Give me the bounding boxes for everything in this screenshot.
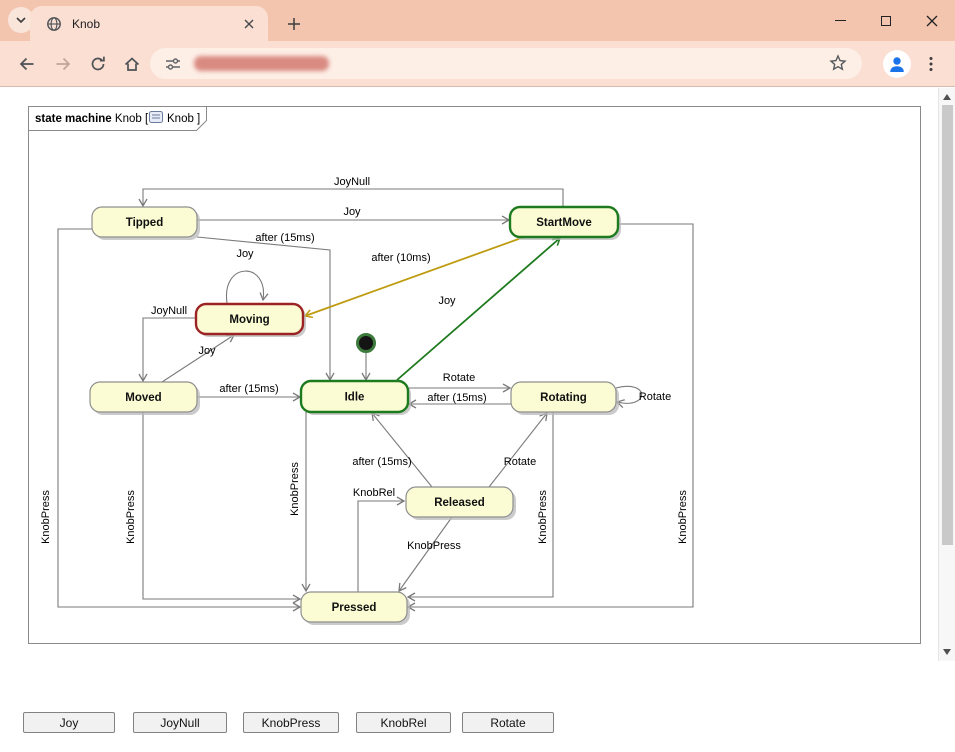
frame-label: state machine Knob [ [35, 113, 149, 125]
event-button-joynull[interactable]: JoyNull [133, 712, 227, 733]
transition-label-released-to-idle: after (15ms) [352, 456, 411, 468]
state-label-pressed: Pressed [332, 602, 377, 614]
state-machine-diagram: state machine Knob [ Knob ]JoyNullJoyaft… [0, 88, 955, 752]
transition-label-idle-to-pressed: KnobPress [289, 462, 301, 516]
page-content: state machine Knob [ Knob ]JoyNullJoyaft… [0, 88, 955, 752]
minimize-button[interactable] [817, 0, 863, 41]
transition-label-startmove-to-moving: after (10ms) [371, 252, 430, 264]
scrollbar-thumb[interactable] [942, 105, 953, 545]
forward-arrow-icon [53, 54, 73, 74]
state-label-startmove: StartMove [536, 217, 592, 229]
state-moved: Moved [90, 382, 200, 415]
transition-label-tipped-to-pressed: KnobPress [40, 490, 52, 544]
profile-avatar[interactable] [883, 50, 911, 78]
scroll-up-arrow[interactable] [939, 89, 955, 105]
transition-label-rotating-to-idle: after (15ms) [427, 392, 486, 404]
state-ref-icon [150, 112, 163, 123]
transition-label-released-to-rotating: Rotate [504, 456, 536, 468]
transition-label-idle-to-rotating: Rotate [443, 372, 475, 384]
transition-label-moved-to-pressed: KnobPress [125, 490, 137, 544]
transition-label-tipped-to-idle: after (15ms) [255, 232, 314, 244]
transition-label-startmove-to-pressed: KnobPress [677, 490, 689, 544]
state-label-tipped: Tipped [126, 217, 163, 229]
state-label-moved: Moved [125, 392, 161, 404]
chevron-down-icon [14, 13, 28, 27]
state-label-moving: Moving [229, 314, 269, 326]
tab-close-icon[interactable] [240, 15, 258, 33]
bookmark-star-icon[interactable] [828, 53, 848, 73]
back-arrow-icon [17, 54, 37, 74]
transition-label-rotating-self-rotate: Rotate [639, 391, 671, 403]
maximize-icon [881, 16, 891, 26]
frame-label-ref: Knob ] [167, 113, 200, 125]
transition-label-moved-to-moving: Joy [198, 345, 216, 357]
close-window-button[interactable] [909, 0, 955, 41]
event-button-rotate[interactable]: Rotate [462, 712, 554, 733]
tab-title: Knob [72, 17, 240, 31]
transition-label-pressed-to-released: KnobRel [353, 487, 395, 499]
transition-label-idle-to-startmove: Joy [438, 295, 456, 307]
state-startmove: StartMove [510, 207, 621, 240]
plus-icon [287, 17, 301, 31]
browser-toolbar [0, 41, 955, 87]
state-label-released: Released [434, 497, 485, 509]
close-icon [926, 15, 938, 27]
home-button[interactable] [120, 52, 144, 76]
initial-state [358, 335, 375, 352]
state-label-rotating: Rotating [540, 392, 587, 404]
browser-tab[interactable]: Knob [30, 6, 268, 41]
state-idle: Idle [301, 381, 411, 415]
menu-button[interactable] [919, 52, 943, 76]
transition-label-released-to-pressed: KnobPress [407, 540, 461, 552]
globe-favicon-icon [46, 16, 62, 32]
new-tab-button[interactable] [282, 12, 306, 36]
state-released: Released [406, 487, 516, 520]
browser-tab-strip: Knob [0, 0, 955, 41]
transition-label-moving-to-moved: JoyNull [151, 305, 187, 317]
event-button-knobrel[interactable]: KnobRel [356, 712, 451, 733]
maximize-button[interactable] [863, 0, 909, 41]
site-info-icon[interactable] [164, 55, 182, 73]
transition-label-startmove-to-tipped: JoyNull [334, 176, 370, 188]
transition-label-rotating-to-pressed: KnobPress [537, 490, 549, 544]
scroll-down-arrow[interactable] [939, 644, 955, 660]
transition-label-tipped-to-startmove: Joy [343, 206, 361, 218]
kebab-icon [922, 55, 940, 73]
reload-button[interactable] [86, 52, 110, 76]
state-tipped: Tipped [92, 207, 200, 240]
state-pressed: Pressed [301, 592, 410, 625]
event-button-knobpress[interactable]: KnobPress [243, 712, 339, 733]
back-button[interactable] [15, 52, 39, 76]
forward-button[interactable] [51, 52, 75, 76]
reload-icon [88, 54, 108, 74]
minimize-icon [835, 20, 846, 21]
transition-label-moved-to-idle: after (15ms) [219, 383, 278, 395]
address-bar[interactable] [150, 48, 862, 79]
state-moving: Moving [196, 304, 306, 337]
home-icon [122, 54, 142, 74]
state-rotating: Rotating [511, 382, 619, 415]
url-redacted-text [194, 56, 329, 71]
event-button-joy[interactable]: Joy [23, 712, 115, 733]
person-icon [887, 54, 907, 74]
vertical-scrollbar[interactable] [938, 88, 955, 661]
state-label-idle: Idle [345, 392, 365, 404]
window-controls [817, 0, 955, 41]
transition-label-moving-self-joy: Joy [236, 248, 254, 260]
